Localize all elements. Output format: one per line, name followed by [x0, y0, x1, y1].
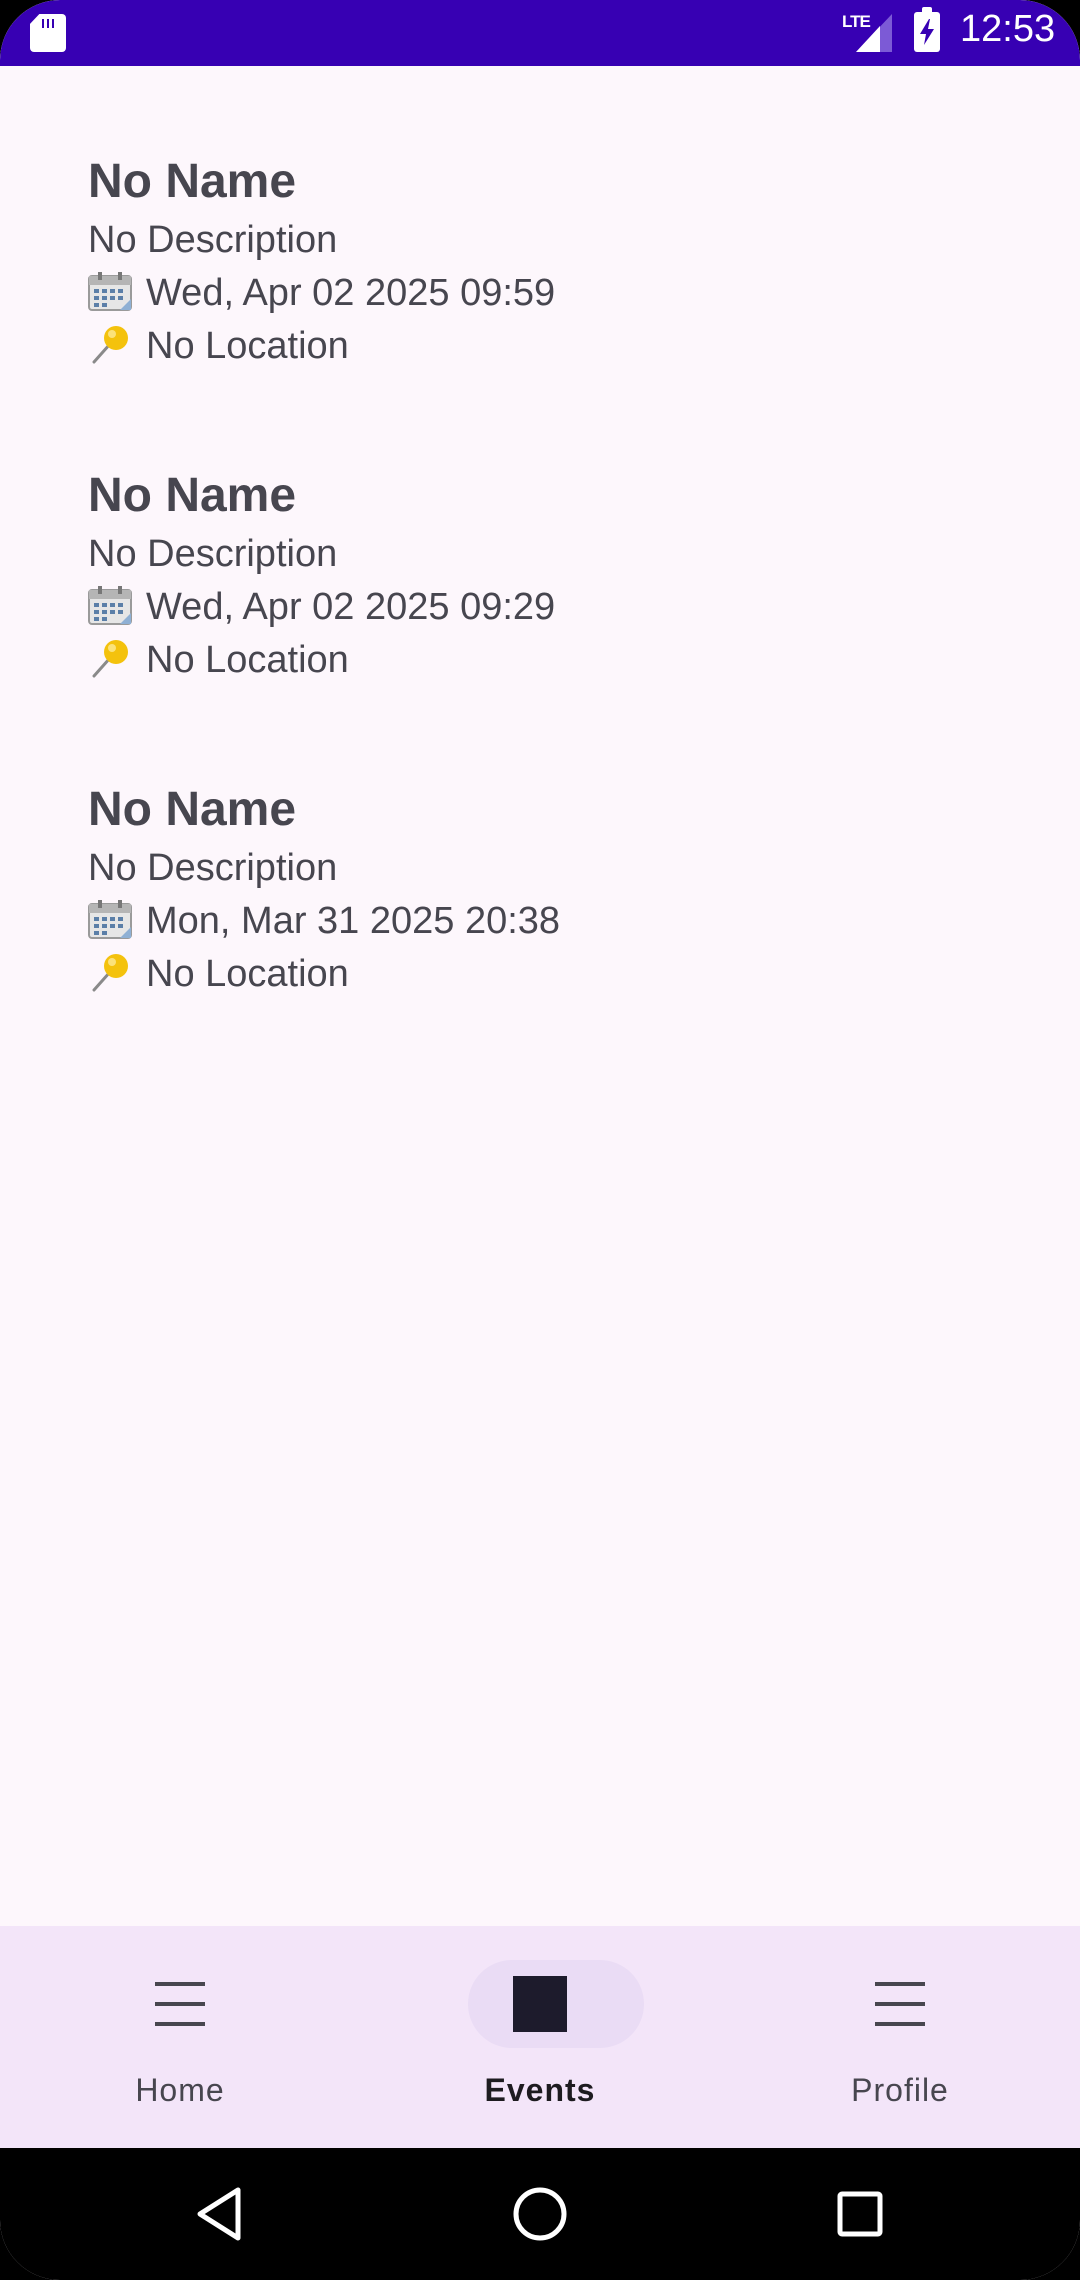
event-name: No Name: [88, 783, 297, 836]
pushpin-icon: [88, 952, 138, 992]
sd-card-icon: [30, 14, 66, 52]
event-description: No Description: [88, 219, 338, 261]
event-date-row: Wed, Apr 02 2025 09:59: [88, 267, 988, 320]
nav-label-home: Home: [135, 2072, 225, 2108]
bottom-navigation-bar: Home Events Profile: [0, 1926, 1080, 2148]
calendar-icon: [88, 585, 138, 625]
event-location: No Location: [146, 953, 349, 995]
recents-icon[interactable]: [830, 2184, 890, 2244]
event-date: Wed, Apr 02 2025 09:29: [146, 586, 556, 628]
nav-item-events[interactable]: Events: [360, 1926, 720, 2148]
nav-label-events: Events: [484, 2072, 596, 2108]
menu-icon: [155, 1982, 205, 2026]
event-description: No Description: [88, 847, 338, 889]
calendar-icon: [88, 271, 138, 311]
back-icon[interactable]: [190, 2184, 250, 2244]
event-location-row: No Location: [88, 634, 988, 687]
pushpin-icon: [88, 638, 138, 678]
status-bar: LTE 12:53: [0, 0, 1080, 66]
battery-charging-icon: [914, 7, 940, 52]
event-location: No Location: [146, 639, 349, 681]
calendar-icon: [88, 899, 138, 939]
home-circle-icon[interactable]: [510, 2184, 570, 2244]
event-date: Mon, Mar 31 2025 20:38: [146, 900, 561, 942]
nav-item-home[interactable]: Home: [0, 1926, 360, 2148]
event-card[interactable]: No Name No Description Wed, Apr 02 2025 …: [88, 464, 988, 778]
app-screen: LTE 12:53 No Name No Description Wed, Ap…: [0, 0, 1080, 2280]
event-location-row: No Location: [88, 320, 988, 373]
event-card[interactable]: No Name No Description Wed, Apr 02 2025 …: [88, 150, 988, 464]
nav-label-profile: Profile: [851, 2072, 949, 2108]
square-icon: [513, 1976, 567, 2032]
menu-icon: [875, 1982, 925, 2026]
status-time: 12:53: [960, 8, 1056, 50]
event-description: No Description: [88, 533, 338, 575]
event-list[interactable]: No Name No Description Wed, Apr 02 2025 …: [88, 150, 988, 1092]
event-card[interactable]: No Name No Description Mon, Mar 31 2025 …: [88, 778, 988, 1092]
event-date-row: Mon, Mar 31 2025 20:38: [88, 895, 988, 948]
event-location: No Location: [146, 325, 349, 367]
event-date: Wed, Apr 02 2025 09:59: [146, 272, 556, 314]
pushpin-icon: [88, 324, 138, 364]
signal-icon: [856, 14, 892, 52]
event-name: No Name: [88, 155, 297, 208]
nav-item-profile[interactable]: Profile: [720, 1926, 1080, 2148]
event-date-row: Wed, Apr 02 2025 09:29: [88, 581, 988, 634]
event-location-row: No Location: [88, 948, 988, 1001]
event-name: No Name: [88, 469, 297, 522]
system-navigation-bar: [0, 2148, 1080, 2280]
